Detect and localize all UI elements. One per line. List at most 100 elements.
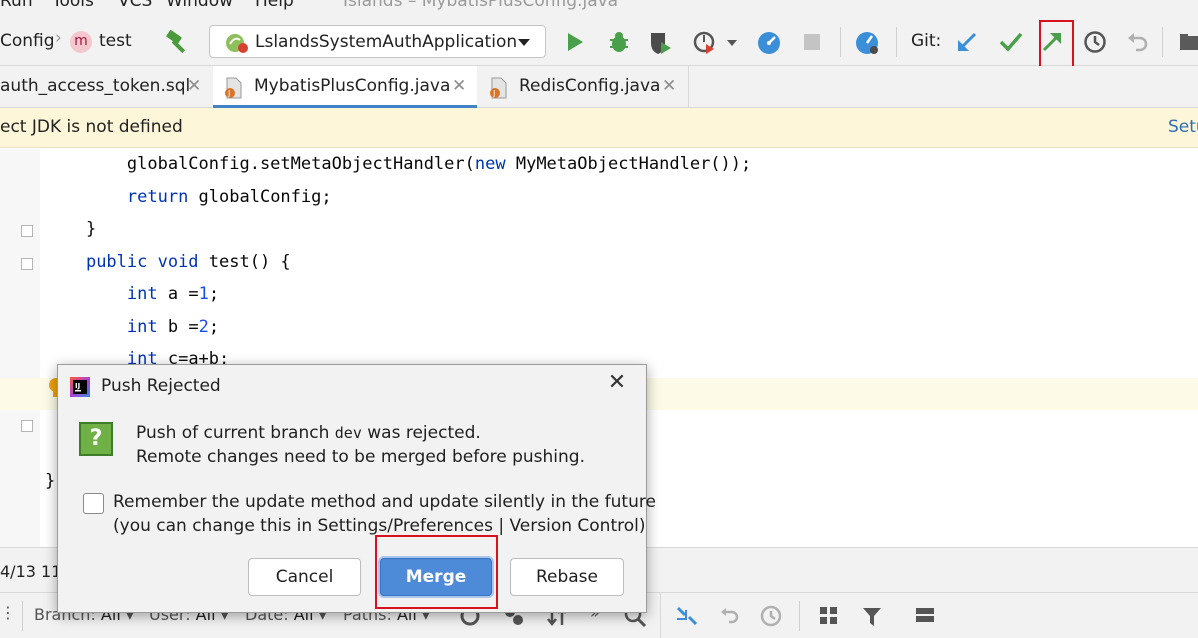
build-hammer-icon[interactable] (164, 29, 192, 55)
menu-tools[interactable]: Tools (52, 0, 94, 11)
run-with-coverage-icon[interactable] (647, 30, 673, 56)
collapse-all-icon[interactable] (675, 605, 699, 627)
checkbox-label[interactable]: Remember the update method and update si… (113, 492, 656, 512)
code-line: globalConfig.setMetaObjectHandler(new My… (45, 154, 751, 174)
dialog-message-line2: Remote changes need to be merged before … (136, 447, 585, 467)
toolbar-divider (896, 27, 897, 57)
tab-redisconfig-java[interactable]: J RedisConfig.java ✕ (478, 66, 688, 108)
tab-label: RedisConfig.java (519, 76, 661, 96)
merge-highlight-box (375, 535, 498, 609)
commit-date: 4/13 11 (0, 562, 62, 581)
rebase-button[interactable]: Rebase (510, 558, 624, 596)
remember-update-checkbox[interactable] (83, 493, 104, 514)
breadcrumb-chevron-icon: › (55, 28, 62, 48)
intellij-logo-icon: IJ (70, 377, 90, 397)
toolbar-divider (22, 601, 23, 631)
close-icon[interactable]: ✕ (662, 76, 676, 96)
window-title: Islands – MybatisPlusConfig.java (343, 0, 619, 11)
fold-end-icon[interactable] (21, 420, 33, 432)
jdk-warning-banner: ect JDK is not defined Setu (0, 108, 1198, 148)
filter-funnel-icon[interactable] (861, 605, 885, 629)
code-line: public void test() { (45, 252, 291, 272)
menu-window[interactable]: Window (166, 0, 233, 11)
chevron-down-icon (517, 38, 531, 48)
message-prefix: Push of current branch (136, 423, 335, 443)
tab-label: auth_access_token.sql (0, 76, 191, 96)
revert-icon[interactable] (719, 605, 741, 627)
tab-divider (688, 66, 689, 108)
profiler-icon[interactable] (692, 30, 718, 56)
checkbox-hint: (you can change this in Settings/Prefere… (113, 516, 646, 536)
code-text: globalConfig.setMetaObjectHandler( (126, 154, 475, 174)
code-number: 1 (198, 284, 209, 304)
cancel-button[interactable]: Cancel (248, 558, 361, 596)
chevron-down-icon[interactable] (726, 39, 738, 47)
close-icon[interactable]: ✕ (452, 76, 466, 96)
push-rejected-dialog: IJ Push Rejected ✕ ? Push of current bra… (57, 364, 656, 613)
tasks-gauge-icon[interactable] (854, 30, 880, 56)
code-text: MyMetaObjectHandler()); (505, 154, 752, 174)
vertical-dots-icon[interactable]: ⋮ (0, 603, 16, 622)
run-configuration-dropdown[interactable]: LslandsSystemAuthApplication (209, 25, 546, 58)
group-by-icon[interactable] (818, 605, 842, 629)
main-toolbar: Config › m test LslandsSystemAuthApplica… (0, 18, 1198, 66)
code-text: ; (208, 284, 220, 304)
toolbar-divider (840, 27, 841, 57)
close-icon[interactable]: ✕ (187, 76, 201, 96)
stop-icon[interactable] (802, 32, 822, 52)
code-text: globalConfig; (188, 187, 332, 207)
code-text: } (45, 471, 56, 491)
fold-start-icon[interactable] (21, 258, 33, 270)
menu-run[interactable]: Run (0, 0, 33, 11)
code-text: a = (157, 284, 199, 304)
debug-bug-icon[interactable] (607, 30, 631, 54)
breadcrumb-class[interactable]: Config (0, 31, 55, 51)
message-suffix: was rejected. (361, 423, 481, 443)
code-keyword: return (126, 187, 189, 207)
svg-text:IJ: IJ (75, 382, 80, 390)
tab-mybatisplusconfig-java[interactable]: J MybatisPlusConfig.java ✕ (213, 66, 477, 108)
run-icon[interactable] (565, 31, 585, 53)
toolbar-divider (1162, 27, 1163, 57)
git-history-clock-icon[interactable] (1083, 30, 1107, 54)
breadcrumb-method[interactable]: test (99, 31, 132, 51)
code-text: } (85, 219, 97, 239)
menu-bar: Run Tools VCS Window Help Islands – Myba… (0, 0, 1198, 18)
dialog-title: Push Rejected (101, 376, 221, 396)
attach-profiler-icon[interactable] (756, 30, 782, 56)
banner-message: ect JDK is not defined (0, 117, 183, 137)
rollback-icon[interactable] (1125, 30, 1149, 54)
code-line: } (45, 471, 55, 491)
svg-text:J: J (492, 89, 495, 98)
setup-sdk-link[interactable]: Setu (1168, 117, 1198, 137)
git-update-icon[interactable] (955, 30, 979, 54)
editor-gutter (0, 149, 40, 547)
changes-toolbar (660, 592, 1198, 638)
close-icon[interactable]: ✕ (604, 371, 630, 397)
dialog-message: Push of current branch dev was rejected. (136, 423, 481, 443)
tab-label: MybatisPlusConfig.java (254, 76, 451, 96)
layout-icon[interactable] (914, 605, 938, 629)
code-line: int b =2; (45, 317, 219, 337)
project-structure-icon[interactable] (1178, 32, 1198, 52)
git-commit-check-icon[interactable] (998, 31, 1024, 53)
code-keyword: int (126, 284, 158, 304)
history-clock-icon[interactable] (760, 605, 782, 627)
run-configuration-label: LslandsSystemAuthApplication (255, 32, 518, 52)
branch-name: dev (334, 424, 362, 442)
menu-help[interactable]: Help (255, 0, 294, 11)
question-icon: ? (79, 422, 113, 456)
editor-tabs: auth_access_token.sql ✕ J MybatisPlusCon… (0, 66, 1198, 108)
tab-auth-access-token-sql[interactable]: auth_access_token.sql ✕ (0, 66, 212, 108)
spring-boot-icon (224, 31, 250, 55)
code-number: 2 (198, 317, 209, 337)
code-keyword: public void (85, 252, 199, 272)
code-keyword: int (126, 317, 158, 337)
menu-vcs[interactable]: VCS (118, 0, 152, 11)
code-text: ; (208, 317, 220, 337)
fold-end-icon[interactable] (21, 225, 33, 237)
method-icon: m (70, 31, 92, 53)
git-label: Git: (911, 31, 942, 51)
code-line: int a =1; (45, 284, 219, 304)
code-line: } (45, 219, 96, 239)
